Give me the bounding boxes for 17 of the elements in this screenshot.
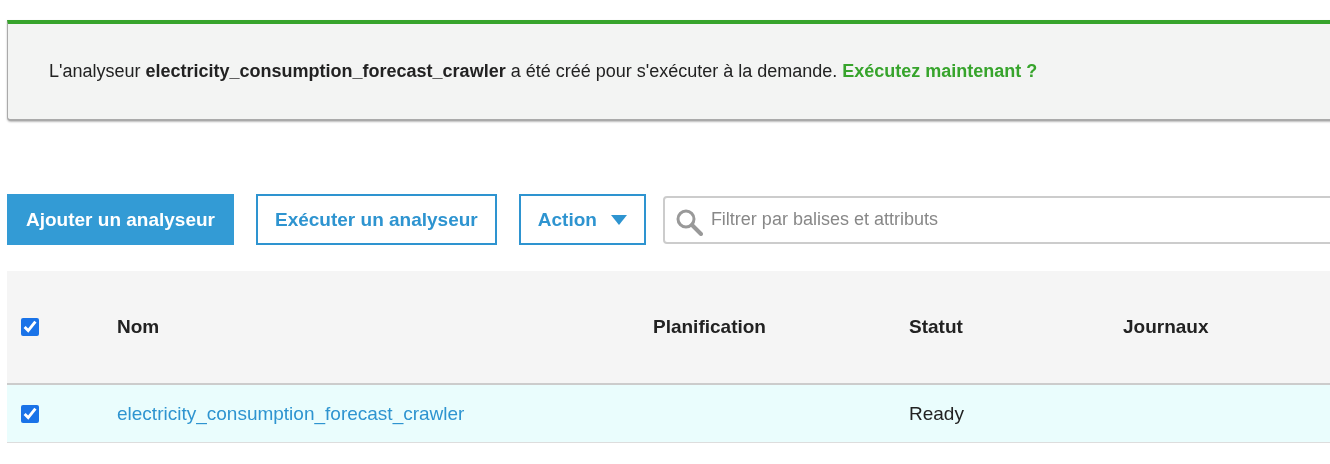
table-row[interactable]: electricity_consumption_forecast_crawler Ready: [7, 385, 1330, 443]
row-checkbox[interactable]: [21, 404, 39, 423]
select-all-checkbox[interactable]: [21, 318, 39, 336]
action-dropdown[interactable]: Action: [518, 194, 646, 245]
search-icon: [674, 207, 703, 236]
notification-message: L'analyseur electricity_consumption_forecast_crawler a été créé pour s'exécuter à la demande. Exécutez maintenant ?: [49, 61, 1038, 82]
caret-icon: [610, 214, 627, 225]
filter-field[interactable]: Filtrer par balises et attributs: [662, 195, 1330, 244]
column-header: Statut: [909, 316, 963, 337]
run-now-link[interactable]: Exécutez maintenant ?: [842, 61, 1038, 81]
status-cell: Ready: [909, 402, 964, 424]
column-header: Planification: [653, 316, 766, 337]
crawler-name-link[interactable]: electricity_consumption_forecast_crawler: [117, 402, 465, 424]
add-crawler-button[interactable]: Ajouter un analyseur: [7, 194, 234, 245]
column-header: Journaux: [1123, 316, 1209, 337]
column-header: Nom: [117, 316, 160, 337]
run-crawler-button[interactable]: Exécuter un analyseur: [256, 194, 497, 245]
